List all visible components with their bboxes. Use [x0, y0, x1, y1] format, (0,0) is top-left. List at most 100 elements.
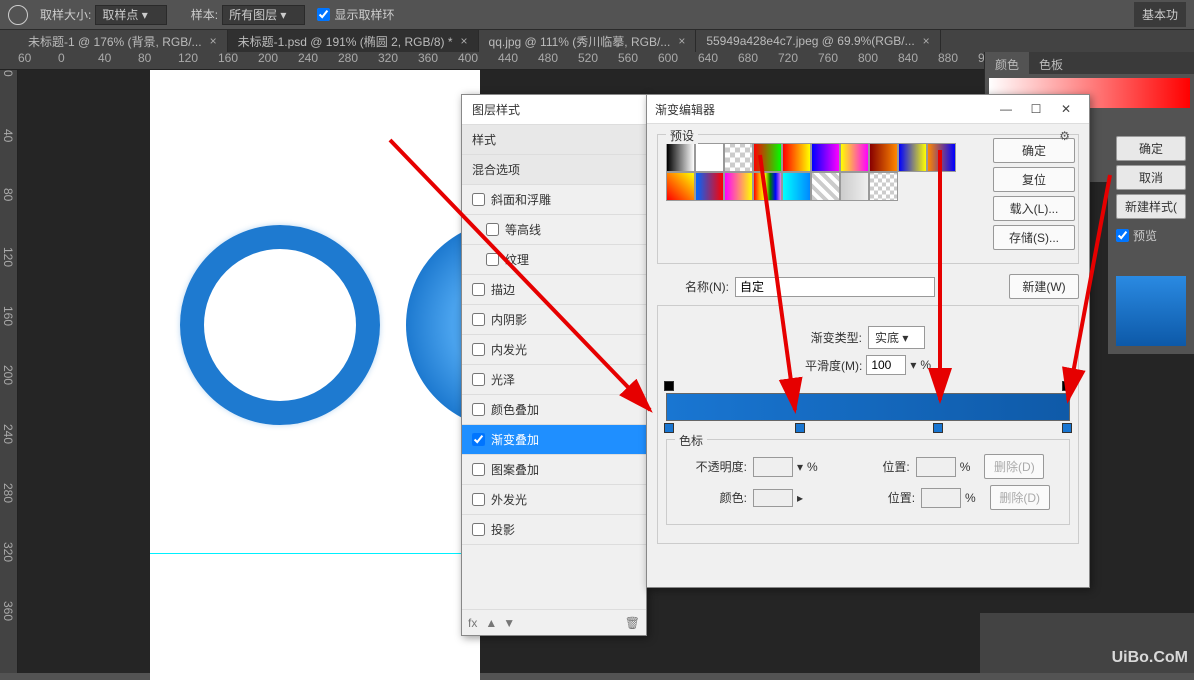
ls-styles-header[interactable]: 样式	[462, 125, 646, 155]
ls-label: 内发光	[491, 341, 527, 358]
trash-icon[interactable]: 🗑	[625, 616, 640, 630]
color-swatch[interactable]	[753, 489, 793, 507]
preset-swatch[interactable]	[724, 172, 753, 201]
preview-swatch	[1116, 276, 1186, 346]
close-icon[interactable]: ×	[678, 34, 685, 48]
close-icon[interactable]: ×	[461, 34, 468, 48]
position-label: 位置:	[843, 489, 915, 506]
ls-item[interactable]: 颜色叠加	[462, 395, 646, 425]
new-style-button[interactable]: 新建样式(	[1116, 194, 1186, 219]
preset-swatch[interactable]	[869, 172, 898, 201]
cancel-button[interactable]: 取消	[1116, 165, 1186, 190]
preset-swatch[interactable]	[869, 143, 898, 172]
arrow-down-icon[interactable]: ▼	[503, 616, 515, 630]
color-stop[interactable]	[933, 423, 943, 433]
arrow-up-icon[interactable]: ▲	[485, 616, 497, 630]
color-stop[interactable]	[795, 423, 805, 433]
chevron-down-icon[interactable]: ▾	[910, 358, 916, 372]
ls-item[interactable]: 纹理	[462, 245, 646, 275]
preset-swatch[interactable]	[840, 143, 869, 172]
ls-item[interactable]: 斜面和浮雕	[462, 185, 646, 215]
color-stop[interactable]	[664, 423, 674, 433]
ls-item[interactable]: 渐变叠加	[462, 425, 646, 455]
ruler-vertical[interactable]: 04080120160200240280320360	[0, 70, 18, 673]
preset-swatch[interactable]	[927, 143, 956, 172]
position-input[interactable]	[916, 457, 956, 477]
ls-item[interactable]: 图案叠加	[462, 455, 646, 485]
opacity-input[interactable]	[753, 457, 793, 477]
workspace-switch[interactable]: 基本功	[1134, 2, 1186, 27]
ls-checkbox[interactable]	[472, 433, 485, 446]
ls-label: 等高线	[505, 221, 541, 238]
brush-preview-icon[interactable]	[8, 5, 28, 25]
ls-checkbox[interactable]	[486, 253, 499, 266]
ls-item[interactable]: 外发光	[462, 485, 646, 515]
ruler-tick: 80	[138, 52, 151, 65]
name-input[interactable]	[735, 277, 935, 297]
ls-checkbox[interactable]	[472, 373, 485, 386]
tab-doc-1[interactable]: 未标题-1 @ 176% (背景, RGB/...×	[18, 30, 228, 52]
tab-color[interactable]: 颜色	[985, 52, 1029, 74]
type-select[interactable]: 实底 ▾	[868, 326, 925, 349]
position-input[interactable]	[921, 488, 961, 508]
minimize-icon[interactable]: —	[991, 99, 1021, 119]
smooth-input[interactable]	[866, 355, 906, 375]
preset-swatch[interactable]	[811, 143, 840, 172]
preset-swatch[interactable]	[666, 143, 695, 172]
ruler-tick: 320	[1, 542, 15, 562]
delete-button[interactable]: 删除(D)	[990, 485, 1050, 510]
delete-button[interactable]: 删除(D)	[984, 454, 1044, 479]
new-button[interactable]: 新建(W)	[1009, 274, 1079, 299]
ls-checkbox[interactable]	[472, 463, 485, 476]
ls-checkbox[interactable]	[472, 403, 485, 416]
ls-item[interactable]: 内发光	[462, 335, 646, 365]
preset-swatch[interactable]	[782, 143, 811, 172]
close-icon[interactable]: ×	[210, 34, 217, 48]
ls-checkbox[interactable]	[472, 193, 485, 206]
preset-swatch[interactable]	[753, 143, 782, 172]
tab-swatches[interactable]: 色板	[1029, 52, 1073, 74]
ls-checkbox[interactable]	[486, 223, 499, 236]
ls-item[interactable]: 描边	[462, 275, 646, 305]
color-stop[interactable]	[1062, 423, 1072, 433]
ls-item[interactable]: 投影	[462, 515, 646, 545]
ok-button[interactable]: 确定	[1116, 136, 1186, 161]
preset-swatch[interactable]	[811, 172, 840, 201]
tab-doc-3[interactable]: qq.jpg @ 111% (秀川临摹, RGB/...×	[479, 30, 697, 52]
preset-swatch[interactable]	[840, 172, 869, 201]
ls-checkbox[interactable]	[472, 523, 485, 536]
preview-checkbox[interactable]: 预览	[1116, 227, 1186, 244]
maximize-icon[interactable]: ☐	[1021, 99, 1051, 119]
preset-swatch[interactable]	[898, 143, 927, 172]
ls-label: 图案叠加	[491, 461, 539, 478]
ls-checkbox[interactable]	[472, 343, 485, 356]
opacity-stop[interactable]	[1062, 381, 1072, 391]
sample-size-select[interactable]: 取样点 ▾	[95, 5, 166, 25]
ls-blend-header[interactable]: 混合选项	[462, 155, 646, 185]
ls-checkbox[interactable]	[472, 283, 485, 296]
gradient-bar[interactable]	[666, 393, 1070, 421]
close-icon[interactable]: ×	[923, 34, 930, 48]
ruler-tick: 0	[1, 70, 15, 77]
show-sampling-ring-checkbox[interactable]: 显示取样环	[317, 6, 394, 23]
ls-item[interactable]: 内阴影	[462, 305, 646, 335]
gear-icon[interactable]: ⚙	[1059, 129, 1070, 143]
sample-select[interactable]: 所有图层 ▾	[222, 5, 305, 25]
preset-swatch[interactable]	[782, 172, 811, 201]
ls-item[interactable]: 光泽	[462, 365, 646, 395]
preset-swatch[interactable]	[666, 172, 695, 201]
preset-swatch[interactable]	[724, 143, 753, 172]
ls-checkbox[interactable]	[472, 313, 485, 326]
preset-swatch[interactable]	[695, 143, 724, 172]
tab-doc-2[interactable]: 未标题-1.psd @ 191% (椭圆 2, RGB/8) *×	[228, 30, 479, 52]
tab-doc-4[interactable]: 55949a428e4c7.jpeg @ 69.9%(RGB/...×	[696, 30, 940, 52]
guide[interactable]	[150, 553, 480, 554]
preset-swatch[interactable]	[695, 172, 724, 201]
ls-item[interactable]: 等高线	[462, 215, 646, 245]
preset-swatch[interactable]	[753, 172, 782, 201]
ls-label: 描边	[491, 281, 515, 298]
close-icon[interactable]: ✕	[1051, 99, 1081, 119]
opacity-stop[interactable]	[664, 381, 674, 391]
fx-icon[interactable]: fx	[468, 616, 477, 630]
ls-checkbox[interactable]	[472, 493, 485, 506]
